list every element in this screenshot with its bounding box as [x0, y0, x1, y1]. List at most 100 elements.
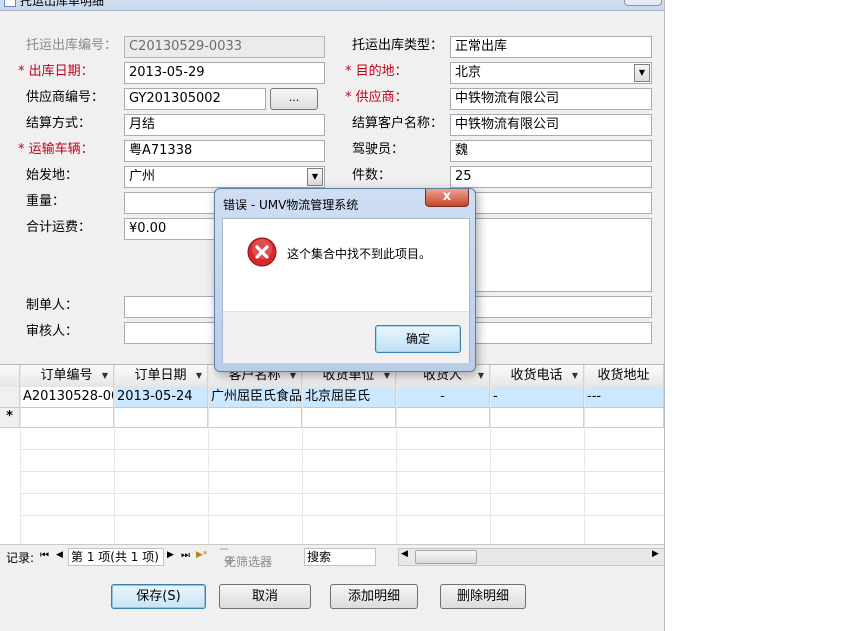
cell-receiver-unit[interactable]: 北京屈臣氏: [302, 387, 396, 407]
grid-line: [208, 365, 209, 545]
cell-customer[interactable]: 广州屈臣氏食品: [208, 387, 302, 407]
new-cell[interactable]: [584, 407, 664, 427]
last-record-icon[interactable]: ⏭: [181, 550, 190, 561]
pieces-label: 件数：: [352, 168, 392, 183]
settle-customer-field[interactable]: 中铁物流有限公司: [450, 114, 652, 136]
prev-record-icon[interactable]: ◀: [56, 550, 63, 560]
settle-customer-label: 结算客户名称：: [352, 116, 444, 131]
grid-corner[interactable]: [0, 365, 20, 387]
col-receiver-phone[interactable]: 收货电话 ▼: [490, 365, 584, 387]
record-position[interactable]: 第 1 项(共 1 项): [68, 548, 164, 566]
driver-label: 驾驶员：: [352, 142, 405, 157]
pieces-field[interactable]: 25: [450, 166, 652, 188]
weight-label: 重量：: [26, 194, 66, 209]
delete-detail-button[interactable]: 删除明细: [440, 584, 526, 609]
grid-line: [20, 449, 664, 450]
grid-line: [396, 365, 397, 545]
origin-value: 广州: [129, 169, 156, 184]
new-cell[interactable]: [302, 407, 396, 427]
new-cell[interactable]: [490, 407, 584, 427]
grid-line: [0, 407, 664, 408]
window-control-button[interactable]: [624, 0, 662, 6]
scroll-left-icon[interactable]: ◀: [401, 549, 408, 559]
vehicle-label: * 运输车辆：: [18, 142, 94, 157]
supplier-label: * 供应商：: [345, 90, 408, 105]
supplier-no-field[interactable]: GY201305002: [124, 88, 266, 110]
total-fee-label: 合计运费：: [26, 220, 92, 235]
add-detail-button[interactable]: 添加明细: [330, 584, 418, 609]
dialog-body: 这个集合中找不到此项目。 确定: [222, 218, 470, 363]
new-record-icon[interactable]: ▶*: [196, 550, 207, 560]
dialog-title: 错误 - UMV物流管理系统: [223, 198, 359, 212]
reviewer-label: 审核人：: [26, 324, 79, 339]
search-input[interactable]: 搜索: [304, 548, 376, 566]
ok-button[interactable]: 确定: [375, 325, 461, 353]
right-field-row7[interactable]: [450, 192, 652, 214]
grid-line: [20, 365, 21, 545]
new-cell[interactable]: [396, 407, 490, 427]
cell-order-no[interactable]: A20130528-0001: [20, 387, 114, 407]
cell-receiver-address[interactable]: ---: [584, 387, 664, 407]
cell-order-date[interactable]: 2013-05-24: [114, 387, 208, 407]
grid-line: [20, 515, 664, 516]
cancel-button[interactable]: 取消: [219, 584, 311, 609]
dialog-message: 这个集合中找不到此项目。: [287, 247, 432, 261]
grid-line: [20, 493, 664, 494]
cell-receiver[interactable]: -: [396, 387, 490, 407]
grid-line: [114, 365, 115, 545]
col-order-no[interactable]: 订单编号 ▼: [20, 365, 114, 387]
dialog-close-button[interactable]: x: [425, 189, 469, 207]
col-receiver-address[interactable]: 收货地址: [584, 365, 664, 387]
new-cell[interactable]: [208, 407, 302, 427]
sort-arrow-icon: ▼: [571, 371, 578, 380]
title-bar: 托运出库单明细: [0, 0, 664, 11]
maker-label: 制单人：: [26, 298, 79, 313]
error-dialog: 错误 - UMV物流管理系统 x 这个集合中找不到此项目。 确定: [214, 188, 476, 372]
order-no-field[interactable]: C20130529-0033: [124, 36, 325, 58]
origin-select[interactable]: 广州 ▼: [124, 166, 325, 188]
first-record-icon[interactable]: ⏮: [40, 550, 49, 561]
origin-label: 始发地：: [26, 168, 79, 183]
settle-method-field[interactable]: 月结: [124, 114, 325, 136]
record-navigator: 记录: ⏮ ◀ 第 1 项(共 1 项) ▶ ⏭ ▶* ⊘ 无筛选器 搜索 ◀ …: [0, 544, 664, 569]
chevron-down-icon[interactable]: ▼: [307, 168, 323, 186]
new-row[interactable]: *: [0, 407, 664, 427]
window-title: 托运出库单明细: [20, 0, 105, 8]
save-button[interactable]: 保存(S): [111, 584, 206, 609]
supplier-no-label: 供应商编号：: [26, 90, 105, 105]
filter-indicator[interactable]: ⊘ 无筛选器: [220, 548, 272, 569]
detail-grid[interactable]: 订单编号 ▼ 订单日期 ▼ 客户名称 ▼ 收货单位 ▼ 收货人 ▼ 收货电话 ▼ 收货地址 …: [0, 364, 664, 545]
new-cell[interactable]: [114, 407, 208, 427]
new-row-marker: *: [0, 407, 20, 427]
driver-field[interactable]: 魏: [450, 140, 652, 162]
out-date-field[interactable]: 2013-05-29: [124, 62, 325, 84]
table-row[interactable]: A20130528-0001 2013-05-24 广州屈臣氏食品 北京屈臣氏 …: [0, 387, 664, 407]
order-no-label: 托运出库编号：: [26, 38, 118, 53]
cell-receiver-phone[interactable]: -: [490, 387, 584, 407]
grid-line: [0, 427, 664, 428]
next-record-icon[interactable]: ▶: [167, 550, 174, 560]
grid-line: [490, 365, 491, 545]
grid-line: [584, 365, 585, 545]
out-type-label: 托运出库类型：: [352, 38, 444, 53]
supplier-browse-button[interactable]: ...: [270, 88, 318, 110]
chevron-down-icon[interactable]: ▼: [634, 64, 650, 82]
grid-line: [302, 365, 303, 545]
supplier-field[interactable]: 中铁物流有限公司: [450, 88, 652, 110]
window-icon: [4, 0, 16, 7]
destination-select[interactable]: 北京 ▼: [450, 62, 652, 84]
out-date-label: * 出库日期：: [18, 64, 94, 79]
new-cell[interactable]: [20, 407, 114, 427]
error-icon: [247, 237, 277, 267]
col-order-date[interactable]: 订单日期 ▼: [114, 365, 208, 387]
settle-method-label: 结算方式：: [26, 116, 92, 131]
grid-line: [20, 471, 664, 472]
out-type-field[interactable]: 正常出库: [450, 36, 652, 58]
scrollbar-thumb[interactable]: [415, 550, 477, 564]
scroll-right-icon[interactable]: ▶: [652, 549, 659, 559]
vehicle-field[interactable]: 粤A71338: [124, 140, 325, 162]
remarks-field[interactable]: [450, 218, 652, 292]
sort-arrow-icon: ▼: [195, 371, 202, 380]
record-label: 记录:: [6, 551, 35, 565]
row-selector[interactable]: [0, 387, 20, 407]
